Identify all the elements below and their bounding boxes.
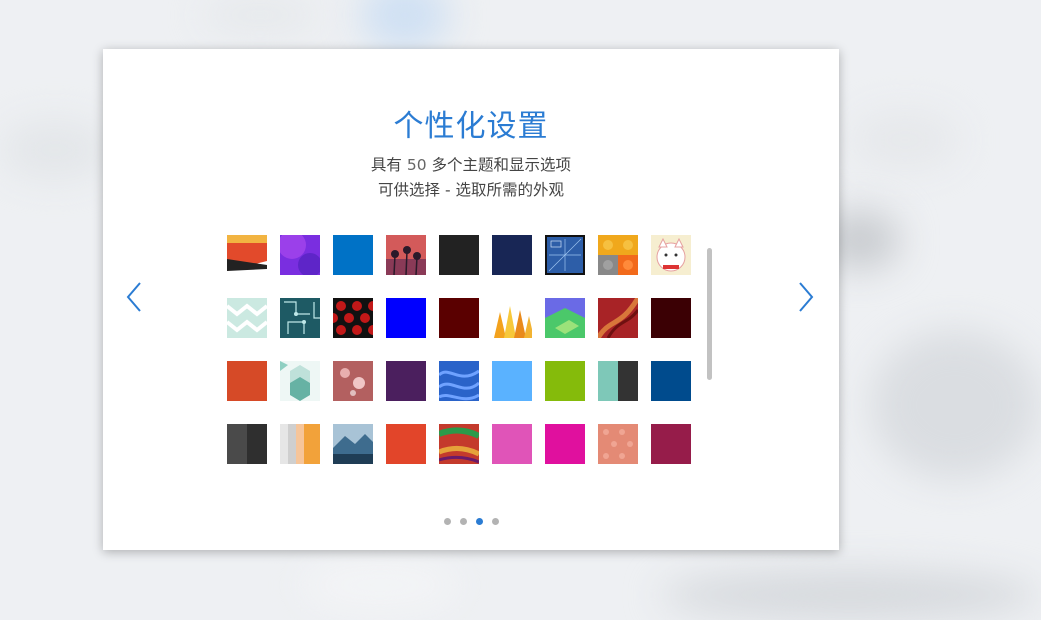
theme-lucky-cat-swatch (651, 235, 691, 275)
theme-bokeh-tile[interactable] (333, 361, 373, 401)
theme-blue-waves-swatch (439, 361, 479, 401)
theme-pencils-tile[interactable] (492, 298, 532, 338)
theme-blueprint-swatch (545, 235, 585, 275)
theme-paint-strokes-tile[interactable] (439, 424, 479, 464)
theme-magenta-tile[interactable] (545, 424, 585, 464)
theme-navy-tile[interactable] (492, 235, 532, 275)
background-blur (660, 570, 1040, 620)
theme-gray-split-tile[interactable] (227, 424, 267, 464)
background-blur (850, 110, 960, 170)
background-blur (870, 330, 1040, 480)
theme-lime-green-swatch (545, 361, 585, 401)
theme-orange-red-swatch (227, 361, 267, 401)
theme-salmon-dots-swatch (598, 424, 638, 464)
dialog-title: 个性化设置 (393, 109, 549, 144)
theme-lucky-cat-tile[interactable] (651, 235, 691, 275)
page-indicator (103, 518, 839, 525)
theme-teal-hexagon-swatch (280, 361, 320, 401)
page-dot-2[interactable] (459, 518, 467, 525)
theme-dark-maroon-tile[interactable] (651, 298, 691, 338)
theme-grid (227, 235, 691, 464)
theme-purple-glow-swatch (280, 235, 320, 275)
theme-teal-dark-split-swatch (598, 361, 638, 401)
theme-red-mountain-swatch (227, 235, 267, 275)
theme-red-mountain-tile[interactable] (227, 235, 267, 275)
theme-orange-red-tile[interactable] (227, 361, 267, 401)
page-dot-4[interactable] (491, 518, 499, 525)
theme-salmon-dots-tile[interactable] (598, 424, 638, 464)
theme-red-orange-swatch (386, 424, 426, 464)
chevron-left-icon (126, 282, 141, 312)
theme-deep-purple-tile[interactable] (386, 361, 426, 401)
theme-bright-blue-swatch (386, 298, 426, 338)
theme-deep-purple-swatch (386, 361, 426, 401)
theme-lime-green-tile[interactable] (545, 361, 585, 401)
theme-red-pattern-tile[interactable] (333, 298, 373, 338)
subtitle-part-1: 具有 (370, 156, 402, 174)
theme-mint-chevron-swatch (227, 298, 267, 338)
background-blur (0, 120, 110, 180)
theme-circuit-swatch (280, 298, 320, 338)
theme-red-orange-tile[interactable] (386, 424, 426, 464)
theme-red-pattern-swatch (333, 298, 373, 338)
theme-dark-gray-swatch (439, 235, 479, 275)
theme-paint-strokes-swatch (439, 424, 479, 464)
chevron-right-icon (799, 282, 814, 312)
theme-palm-sunset-swatch (386, 235, 426, 275)
theme-pencils-swatch (492, 298, 532, 338)
previous-page-button[interactable] (123, 279, 147, 315)
theme-dark-maroon-swatch (651, 298, 691, 338)
theme-stripes-orange-tile[interactable] (280, 424, 320, 464)
theme-blue-tile[interactable] (333, 235, 373, 275)
theme-pink-swatch (492, 424, 532, 464)
theme-crimson-tile[interactable] (651, 424, 691, 464)
subtitle-line-1: 具有 50 多个主题和显示选项 (103, 153, 839, 178)
background-blur (300, 560, 460, 610)
theme-bokeh-swatch (333, 361, 373, 401)
theme-sky-blue-tile[interactable] (492, 361, 532, 401)
theme-blue-waves-tile[interactable] (439, 361, 479, 401)
page-dot-1[interactable] (443, 518, 451, 525)
theme-teal-dark-split-tile[interactable] (598, 361, 638, 401)
subtitle-number: 50 (406, 156, 427, 174)
theme-magenta-swatch (545, 424, 585, 464)
theme-green-blocks-swatch (545, 298, 585, 338)
theme-gray-split-swatch (227, 424, 267, 464)
theme-ocean-blue-swatch (651, 361, 691, 401)
theme-dark-gray-tile[interactable] (439, 235, 479, 275)
theme-navy-swatch (492, 235, 532, 275)
theme-palm-sunset-tile[interactable] (386, 235, 426, 275)
background-blur (200, 0, 320, 30)
theme-blueprint-tile[interactable] (545, 235, 585, 275)
theme-green-blocks-tile[interactable] (545, 298, 585, 338)
personalize-dialog: 个性化设置 具有 50 多个主题和显示选项 可供选择 - 选取所需的外观 (103, 49, 839, 550)
dialog-subtitle: 具有 50 多个主题和显示选项 可供选择 - 选取所需的外观 (103, 153, 839, 203)
theme-teal-hexagon-tile[interactable] (280, 361, 320, 401)
theme-bright-blue-tile[interactable] (386, 298, 426, 338)
theme-ocean-blue-tile[interactable] (651, 361, 691, 401)
theme-mountain-lake-tile[interactable] (333, 424, 373, 464)
page-dot-3[interactable] (475, 518, 483, 525)
theme-mountain-lake-swatch (333, 424, 373, 464)
background-blur (360, 0, 450, 50)
theme-grid-scrollbar[interactable] (707, 248, 712, 380)
theme-sky-blue-swatch (492, 361, 532, 401)
theme-lego-tile[interactable] (598, 235, 638, 275)
theme-blue-swatch (333, 235, 373, 275)
theme-red-fabric-swatch (598, 298, 638, 338)
theme-stripes-orange-swatch (280, 424, 320, 464)
theme-crimson-swatch (651, 424, 691, 464)
theme-maroon-tile[interactable] (439, 298, 479, 338)
subtitle-part-2: 多个主题和显示选项 (431, 156, 572, 174)
next-page-button[interactable] (793, 279, 817, 315)
theme-mint-chevron-tile[interactable] (227, 298, 267, 338)
subtitle-line-2: 可供选择 - 选取所需的外观 (378, 181, 564, 199)
theme-circuit-tile[interactable] (280, 298, 320, 338)
theme-maroon-swatch (439, 298, 479, 338)
theme-pink-tile[interactable] (492, 424, 532, 464)
theme-red-fabric-tile[interactable] (598, 298, 638, 338)
theme-lego-swatch (598, 235, 638, 275)
theme-purple-glow-tile[interactable] (280, 235, 320, 275)
